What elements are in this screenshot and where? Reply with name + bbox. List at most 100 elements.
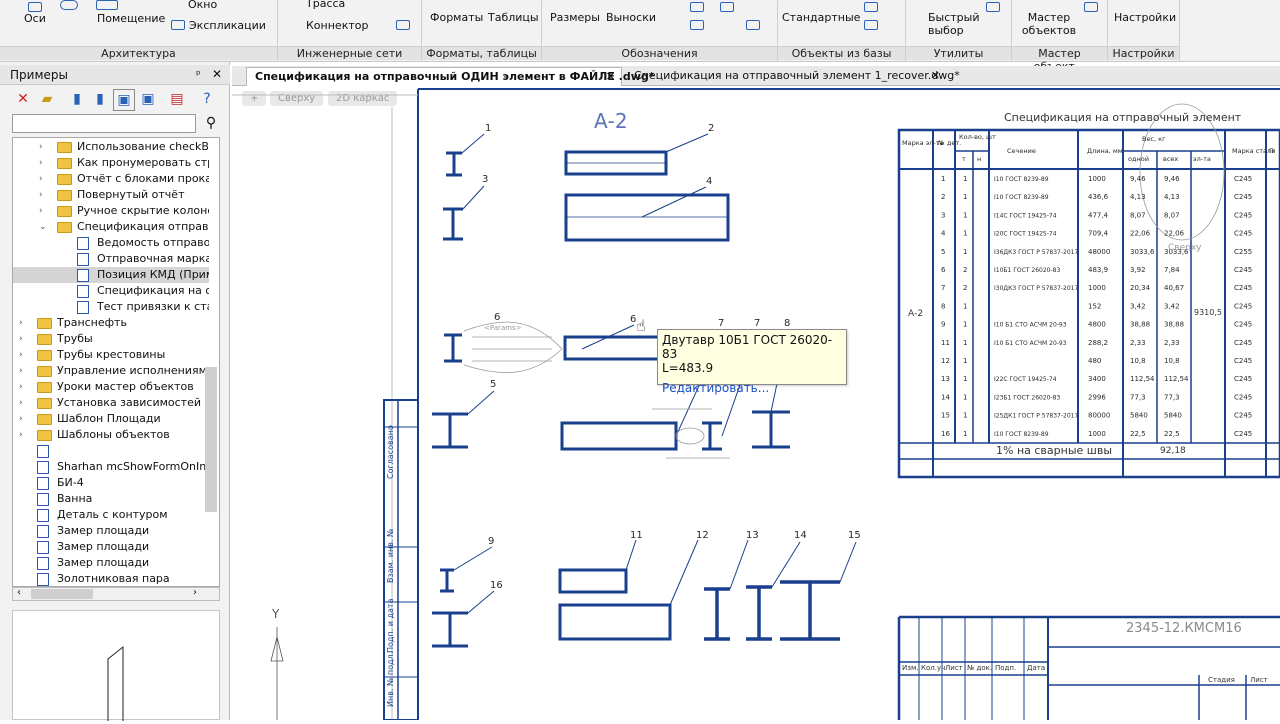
search-input[interactable] xyxy=(12,114,196,133)
expand-icon[interactable]: › xyxy=(19,427,29,443)
tree-item[interactable]: Отправочная марка xyxy=(13,251,209,267)
collapse-icon[interactable]: ⌄ xyxy=(39,219,49,235)
tables-button[interactable]: Таблицы xyxy=(488,11,539,24)
dimensions-button[interactable]: Размеры xyxy=(550,11,600,24)
tree-item[interactable]: Sharhan mcShowFormOnInsert xyxy=(13,459,209,475)
beam-12 xyxy=(558,603,672,641)
beam-8 xyxy=(752,410,790,449)
view-mode-icon[interactable]: ▣ xyxy=(113,89,135,111)
tree-folder[interactable]: › Повернутый отчёт xyxy=(13,187,209,203)
axes-button[interactable]: Оси xyxy=(24,12,46,25)
expand-icon[interactable]: › xyxy=(39,203,49,219)
object-tooltip: Двутавр 10Б1 ГОСТ 26020-83 L=483.9 Редак… xyxy=(657,329,847,395)
search-icon[interactable]: ⚲ xyxy=(201,114,221,133)
quick-select-button[interactable]: Быстрый выбор xyxy=(928,11,980,37)
tree-item[interactable]: Ванна xyxy=(13,491,209,507)
callout-number: 13 xyxy=(746,530,759,541)
tree-item[interactable]: Тест привязки к стан xyxy=(13,299,209,315)
tree-item[interactable]: Деталь с контуром xyxy=(13,507,209,523)
tree-folder[interactable]: › Установка зависимостей чере xyxy=(13,395,209,411)
settings-button[interactable]: Настройки xyxy=(1114,11,1176,24)
expand-icon[interactable]: › xyxy=(19,315,29,331)
tree-folder[interactable]: ⌄ Спецификация отправочн xyxy=(13,219,209,235)
expand-icon[interactable]: › xyxy=(19,331,29,347)
tree-item[interactable]: Спецификация на отп xyxy=(13,283,209,299)
tree-folder[interactable]: › Отчёт с блоками проката xyxy=(13,171,209,187)
move-up-icon[interactable]: ▮ xyxy=(66,89,88,111)
folder-icon xyxy=(37,318,52,329)
tree-folder[interactable]: › Шаблон Площади xyxy=(13,411,209,427)
close-icon[interactable]: ✕ xyxy=(212,67,222,81)
expand-icon[interactable]: › xyxy=(19,395,29,411)
ribbon-group-networks: Трасса Коннектор Инженерные сети xyxy=(278,0,422,62)
drawing-canvas[interactable]: + Сверху 2D каркас 1 2 3 4 5 6 6 7 7 8 9… xyxy=(232,87,1280,720)
object-master-button[interactable]: Мастер объектов xyxy=(1020,11,1078,37)
formats-button[interactable]: Форматы xyxy=(430,11,483,24)
table-cell: 8 xyxy=(941,302,945,310)
expand-icon[interactable]: › xyxy=(39,171,49,187)
scroll-right-icon[interactable]: › xyxy=(193,587,197,598)
tree-folder[interactable]: › Трубы xyxy=(13,331,209,347)
expand-icon[interactable]: › xyxy=(19,379,29,395)
tree-folder[interactable]: › Трубы крестовины xyxy=(13,347,209,363)
table-header: Кол-во, шт xyxy=(959,133,996,141)
tab-spec-recover[interactable]: Спецификация на отправочный элемент 1_re… xyxy=(626,67,960,86)
tree-folder[interactable]: › Использование checkBox xyxy=(13,139,209,155)
pin-icon[interactable]: ᵖ xyxy=(196,68,201,81)
tab-label: Спецификация на отправочный ОДИН элемент… xyxy=(255,70,655,83)
tree-item-label: Замер площади xyxy=(57,540,150,553)
standard-button[interactable]: Стандартные xyxy=(782,11,860,24)
table-cell: 12 xyxy=(941,357,950,365)
tree-horizontal-scrollbar[interactable]: ‹ › xyxy=(12,587,220,601)
move-down-icon[interactable]: ▮ xyxy=(89,89,111,111)
expand-icon[interactable]: › xyxy=(19,347,29,363)
tree-folder[interactable]: › Транснефть xyxy=(13,315,209,331)
expand-icon[interactable]: › xyxy=(19,411,29,427)
tree-item[interactable]: Замер площади xyxy=(13,523,209,539)
tree-item[interactable]: Ведомость отправочн xyxy=(13,235,209,251)
tree-folder[interactable]: › Управление исполнениями и xyxy=(13,363,209,379)
expand-icon[interactable]: › xyxy=(39,187,49,203)
help-icon[interactable]: ? xyxy=(196,89,218,111)
tree-item[interactable] xyxy=(13,443,209,459)
expand-icon[interactable]: › xyxy=(39,155,49,171)
callout-number: 4 xyxy=(706,176,712,187)
frame-label: Подп. и дата xyxy=(386,598,395,654)
explication-button[interactable]: Экспликации xyxy=(189,19,266,32)
tab-close-icon[interactable]: ✕ xyxy=(931,67,940,85)
scroll-thumb[interactable] xyxy=(31,589,93,599)
expand-icon[interactable]: › xyxy=(39,139,49,155)
tab-spec-one-element[interactable]: Спецификация на отправочный ОДИН элемент… xyxy=(246,67,655,86)
tree-item[interactable]: БИ-4 xyxy=(13,475,209,491)
table-cell: 7 xyxy=(941,284,945,292)
table-cell: 5840 xyxy=(1164,412,1182,420)
expand-icon[interactable]: › xyxy=(19,363,29,379)
tree-folder[interactable]: › Шаблоны объектов xyxy=(13,427,209,443)
table-cell: I22С ГОСТ 19425-74 xyxy=(994,376,1057,383)
preview-icon[interactable]: ▣ xyxy=(137,89,159,111)
leaders-button[interactable]: Выноски xyxy=(606,11,656,24)
delete-icon[interactable]: ✕ xyxy=(12,89,34,111)
scroll-left-icon[interactable]: ‹ xyxy=(17,587,21,598)
tree-folder[interactable]: › Как пронумеровать строки xyxy=(13,155,209,171)
tooltip-edit-link[interactable]: Редактировать... xyxy=(662,381,842,395)
frame-label: Согласовано xyxy=(386,425,395,479)
tree-vertical-scrollbar[interactable] xyxy=(205,367,217,512)
tree-item[interactable]: Позиция КМД (Приме xyxy=(13,267,209,283)
tree-item-label: Повернутый отчёт xyxy=(77,188,185,201)
tree-folder[interactable]: › Ручное скрытие колонок xyxy=(13,203,209,219)
tree-item[interactable]: Замер площади xyxy=(13,539,209,555)
connector-button[interactable]: Коннектор xyxy=(306,19,368,32)
open-folder-icon[interactable]: ▰ xyxy=(36,89,58,111)
tab-close-icon[interactable]: ✕ xyxy=(606,68,615,86)
room-button[interactable]: Помещение xyxy=(97,12,165,25)
window-button[interactable]: Окно xyxy=(188,0,217,11)
tree-item[interactable]: Золотниковая пара xyxy=(13,571,209,586)
tree-item-label: Ванна xyxy=(57,492,93,505)
folder-icon xyxy=(37,350,52,361)
tree-item[interactable]: Замер площади xyxy=(13,555,209,571)
route-button[interactable]: Трасса xyxy=(306,0,345,10)
table-cell: 9,46 xyxy=(1130,175,1146,183)
report-icon[interactable]: ▤ xyxy=(166,89,188,111)
tree-folder[interactable]: › Уроки мастер объектов xyxy=(13,379,209,395)
